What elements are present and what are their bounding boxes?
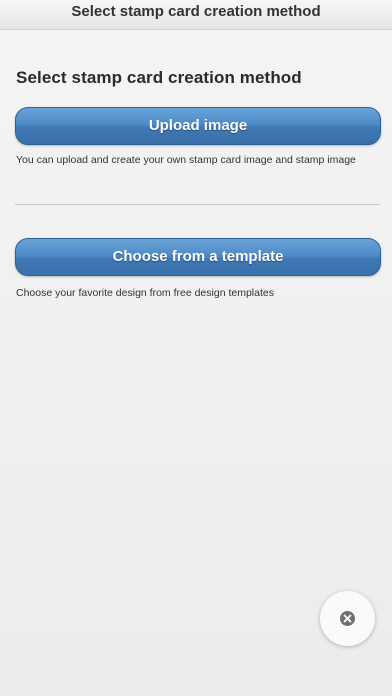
header-title: Select stamp card creation method: [71, 3, 321, 20]
close-icon: [340, 611, 355, 626]
upload-image-description: You can upload and create your own stamp…: [16, 154, 356, 166]
upload-image-button[interactable]: Upload image: [15, 107, 381, 145]
page-title: Select stamp card creation method: [16, 68, 302, 87]
app-header: Select stamp card creation method: [0, 0, 392, 30]
choose-template-description: Choose your favorite design from free de…: [16, 287, 274, 299]
choose-template-button[interactable]: Choose from a template: [15, 238, 381, 276]
divider: [15, 204, 380, 205]
close-button[interactable]: [320, 591, 375, 646]
